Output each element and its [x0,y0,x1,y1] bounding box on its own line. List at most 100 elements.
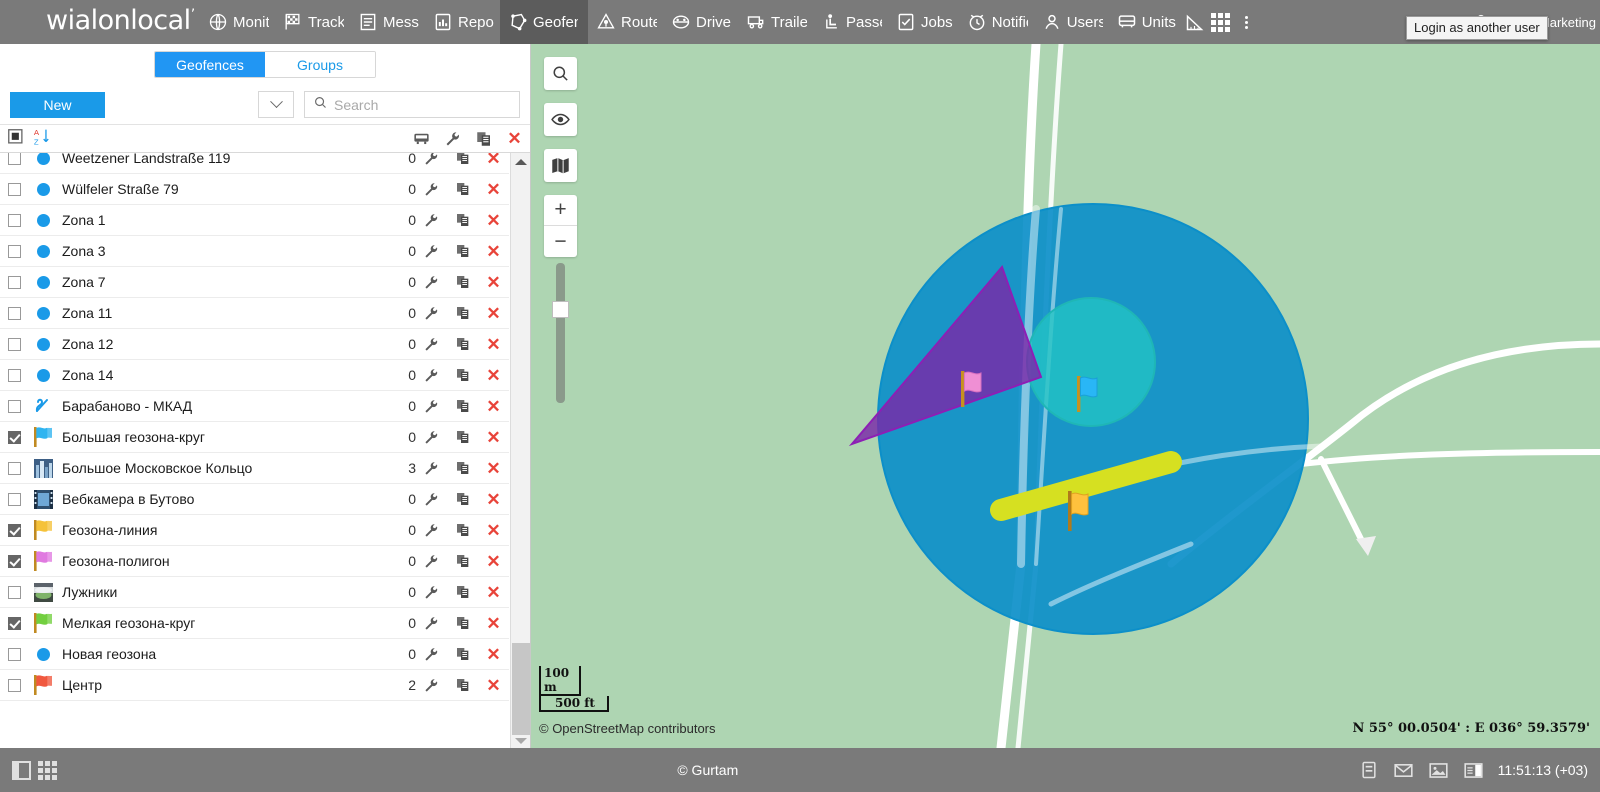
nav-item-geofences[interactable]: Geofences [500,0,588,44]
table-row[interactable]: Большое Московское Кольцо 3 ✕ [0,453,509,484]
table-row[interactable]: Мелкая геозона-круг 0 ✕ [0,608,509,639]
table-row[interactable]: Zona 14 0 ✕ [0,360,509,391]
row-properties-button[interactable] [416,212,447,229]
row-delete-button[interactable]: ✕ [478,367,509,384]
row-checkbox[interactable] [8,307,21,320]
panel-layout-icon[interactable] [12,761,31,780]
table-row[interactable]: Wülfeler Straße 79 0 ✕ [0,174,509,205]
row-checkbox[interactable] [8,369,21,382]
row-properties-button[interactable] [416,305,447,322]
row-copy-button[interactable] [447,274,478,290]
row-checkbox[interactable] [8,214,21,227]
map-canvas[interactable]: + − 100 m 500 ft © OpenStreetMap contrib… [531,44,1600,748]
table-row[interactable]: Новая геозона 0 ✕ [0,639,509,670]
map-search-button[interactable] [544,57,577,90]
row-delete-button[interactable]: ✕ [478,584,509,601]
row-copy-button[interactable] [447,491,478,507]
scroll-down-arrow[interactable] [511,732,530,748]
row-properties-button[interactable] [416,646,447,663]
nav-item-messages[interactable]: Messages [350,0,425,44]
row-properties-button[interactable] [416,153,447,167]
zoom-in-button[interactable]: + [544,195,577,226]
row-properties-button[interactable] [416,367,447,384]
filter-dropdown-button[interactable] [258,91,294,118]
row-checkbox[interactable] [8,338,21,351]
nav-item-reports[interactable]: Reports [425,0,500,44]
nav-item-drivers[interactable]: Drivers [663,0,738,44]
table-row[interactable]: Геозона-линия 0 ✕ [0,515,509,546]
row-copy-button[interactable] [447,367,478,383]
row-copy-button[interactable] [447,153,478,166]
row-copy-button[interactable] [447,305,478,321]
table-row[interactable]: Zona 7 0 ✕ [0,267,509,298]
measure-tool-icon[interactable] [1182,9,1208,35]
row-checkbox[interactable] [8,400,21,413]
row-checkbox[interactable] [8,555,21,568]
row-delete-button[interactable]: ✕ [478,305,509,322]
row-copy-button[interactable] [447,336,478,352]
table-row[interactable]: Weetzener Landstraße 119 0 ✕ [0,153,509,174]
tab-groups[interactable]: Groups [265,52,375,77]
scrollbar-thumb[interactable] [512,643,530,735]
row-checkbox[interactable] [8,586,21,599]
row-checkbox[interactable] [8,679,21,692]
row-delete-button[interactable]: ✕ [478,274,509,291]
sort-az-icon[interactable]: AZ [33,127,52,151]
nav-item-tracks[interactable]: Tracks [275,0,350,44]
row-delete-button[interactable]: ✕ [478,522,509,539]
row-delete-button[interactable]: ✕ [478,398,509,415]
row-delete-button[interactable]: ✕ [478,212,509,229]
row-delete-button[interactable]: ✕ [478,646,509,663]
row-delete-button[interactable]: ✕ [478,429,509,446]
row-properties-button[interactable] [416,398,447,415]
zoom-slider[interactable] [544,263,577,403]
new-geofence-button[interactable]: New [10,92,105,118]
row-copy-button[interactable] [447,243,478,259]
row-copy-button[interactable] [447,584,478,600]
table-row[interactable]: Лужники 0 ✕ [0,577,509,608]
row-properties-button[interactable] [416,522,447,539]
map-attribution[interactable]: © OpenStreetMap contributors [539,721,716,736]
row-properties-button[interactable] [416,491,447,508]
row-delete-button[interactable]: ✕ [478,615,509,632]
row-properties-button[interactable] [416,274,447,291]
map-visibility-button[interactable] [544,103,577,136]
zoom-slider-thumb[interactable] [552,301,569,318]
row-delete-button[interactable]: ✕ [478,460,509,477]
row-properties-button[interactable] [416,243,447,260]
search-input[interactable] [334,97,511,113]
units-column-icon[interactable] [406,129,437,148]
row-delete-button[interactable]: ✕ [478,336,509,353]
row-checkbox[interactable] [8,648,21,661]
nav-item-units[interactable]: Units [1109,0,1182,44]
table-row[interactable]: Zona 12 0 ✕ [0,329,509,360]
row-checkbox[interactable] [8,462,21,475]
table-row[interactable]: Геозона-полигон 0 ✕ [0,546,509,577]
zoom-out-button[interactable]: − [544,226,577,257]
more-menu-icon[interactable] [1234,9,1260,35]
row-copy-button[interactable] [447,677,478,693]
row-delete-button[interactable]: ✕ [478,243,509,260]
nav-item-routes[interactable]: Routes [588,0,663,44]
row-copy-button[interactable] [447,646,478,662]
table-row[interactable]: Барабаново - МКАД 0 ✕ [0,391,509,422]
row-copy-button[interactable] [447,181,478,197]
marker-flag-blue[interactable] [1072,374,1106,419]
row-copy-button[interactable] [447,615,478,631]
row-copy-button[interactable] [447,429,478,445]
app-logo[interactable]: wialonlocal’ [0,5,200,36]
row-checkbox[interactable] [8,276,21,289]
row-delete-button[interactable]: ✕ [478,153,509,167]
row-properties-button[interactable] [416,181,447,198]
row-properties-button[interactable] [416,584,447,601]
marker-flag-magenta[interactable] [956,369,990,414]
list-scrollbar[interactable] [510,153,530,748]
nav-item-users[interactable]: Users [1034,0,1109,44]
row-delete-button[interactable]: ✕ [478,553,509,570]
row-checkbox[interactable] [8,153,21,165]
row-properties-button[interactable] [416,615,447,632]
row-copy-button[interactable] [447,398,478,414]
copy-column-icon[interactable] [468,130,499,148]
map-layers-button[interactable] [544,149,577,182]
row-delete-button[interactable]: ✕ [478,491,509,508]
